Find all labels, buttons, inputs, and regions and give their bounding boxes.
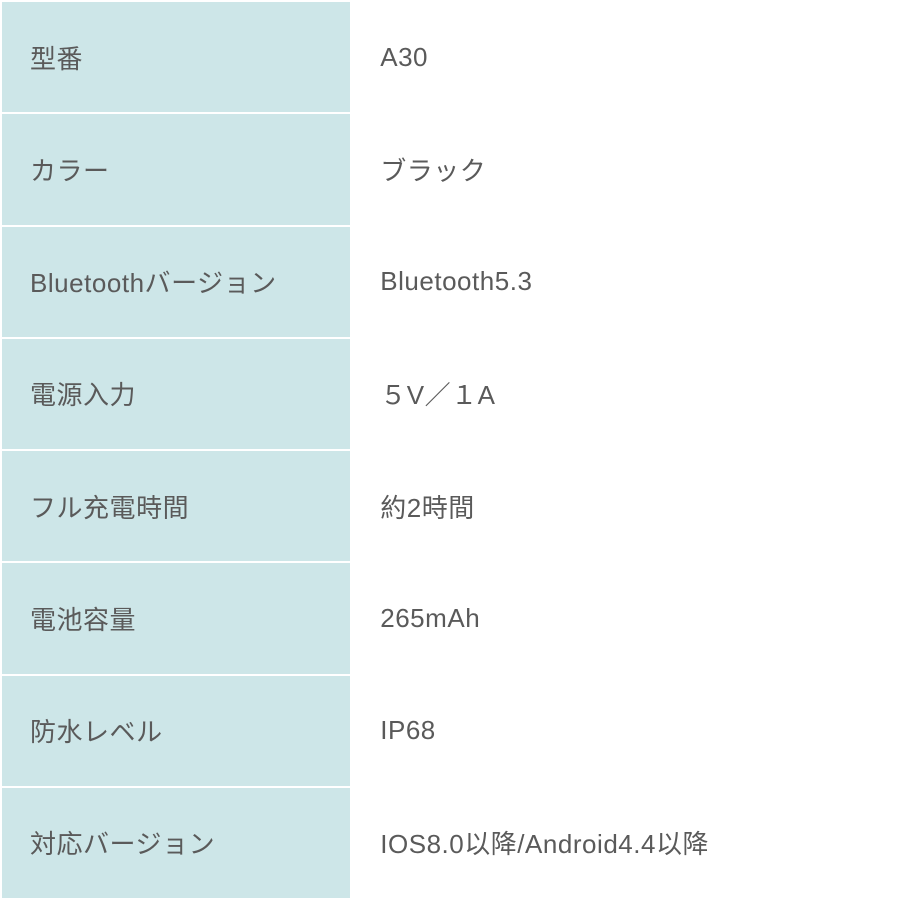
table-row: 防水レベル IP68	[1, 675, 899, 787]
spec-label: 型番	[1, 1, 351, 113]
spec-value: 約2時間	[351, 450, 899, 562]
table-row: フル充電時間 約2時間	[1, 450, 899, 562]
spec-label: 防水レベル	[1, 675, 351, 787]
table-row: Bluetoothバージョン Bluetooth5.3	[1, 226, 899, 338]
spec-value: 265mAh	[351, 562, 899, 674]
spec-label: 電源入力	[1, 338, 351, 450]
spec-table: 型番 A30 カラー ブラック Bluetoothバージョン Bluetooth…	[0, 0, 900, 900]
spec-label: カラー	[1, 113, 351, 225]
spec-value: IOS8.0以降/Android4.4以降	[351, 787, 899, 899]
table-row: 対応バージョン IOS8.0以降/Android4.4以降	[1, 787, 899, 899]
spec-label: フル充電時間	[1, 450, 351, 562]
spec-value: ５V／１A	[351, 338, 899, 450]
spec-label: 対応バージョン	[1, 787, 351, 899]
spec-value: ブラック	[351, 113, 899, 225]
spec-value: A30	[351, 1, 899, 113]
table-row: 電源入力 ５V／１A	[1, 338, 899, 450]
spec-label: Bluetoothバージョン	[1, 226, 351, 338]
spec-value: IP68	[351, 675, 899, 787]
table-row: 型番 A30	[1, 1, 899, 113]
table-row: 電池容量 265mAh	[1, 562, 899, 674]
table-row: カラー ブラック	[1, 113, 899, 225]
spec-label: 電池容量	[1, 562, 351, 674]
spec-value: Bluetooth5.3	[351, 226, 899, 338]
